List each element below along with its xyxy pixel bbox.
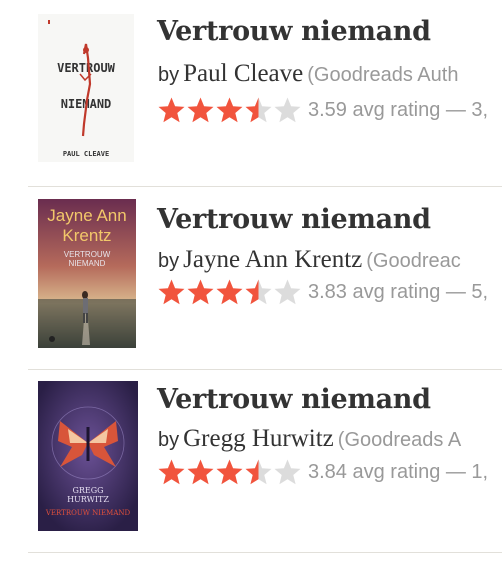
byline: by Jayne Ann Krentz (Goodreac: [158, 246, 461, 274]
rating-text: 3.83 avg rating — 5,: [308, 280, 489, 303]
star-icon: [158, 459, 185, 485]
book-title-link[interactable]: Vertrouw niemand: [157, 16, 431, 47]
cover-title-line1: VERTROUW: [57, 61, 116, 75]
search-results-list: VERTROUW NIEMAND PAUL CLEAVE Vertrouw ni…: [0, 0, 502, 586]
list-item: GREGG HURWITZ VERTROUW NIEMAND Vertrouw …: [0, 370, 502, 552]
author-link[interactable]: Gregg Hurwitz: [183, 425, 334, 452]
by-label: by: [158, 64, 180, 86]
star-icon: [216, 97, 243, 123]
star-icon: [158, 97, 185, 123]
book-cover-art: VERTROUW NIEMAND PAUL CLEAVE: [38, 14, 134, 162]
star-icon: [245, 97, 272, 123]
rating-text: 3.84 avg rating — 1,: [308, 460, 489, 483]
star-icon: [274, 279, 301, 305]
byline: by Gregg Hurwitz (Goodreads A: [158, 425, 461, 453]
book-cover-art: Jayne Ann Krentz VERTROUW NIEMAND: [38, 199, 136, 348]
cover-author-line1: GREGG: [72, 486, 103, 495]
cover-author-line1: Jayne Ann: [47, 206, 126, 225]
cover-author: PAUL CLEAVE: [63, 150, 109, 158]
star-icon: [274, 459, 301, 485]
rating-text: 3.59 avg rating — 3,: [308, 98, 489, 121]
book-cover[interactable]: VERTROUW NIEMAND PAUL CLEAVE: [38, 14, 134, 162]
star-rating: [157, 458, 302, 486]
cover-title: VERTROUW NIEMAND: [45, 509, 131, 517]
list-item: VERTROUW NIEMAND PAUL CLEAVE Vertrouw ni…: [0, 0, 502, 182]
author-link[interactable]: Jayne Ann Krentz: [183, 246, 362, 273]
cover-author-line2: Krentz: [62, 226, 111, 245]
list-item: Jayne Ann Krentz VERTROUW NIEMAND Vertro…: [0, 187, 502, 369]
divider: [28, 552, 502, 553]
book-cover[interactable]: GREGG HURWITZ VERTROUW NIEMAND: [38, 381, 138, 531]
author-link[interactable]: Paul Cleave: [183, 60, 303, 87]
star-rating: [157, 278, 302, 306]
cover-author-line2: HURWITZ: [67, 495, 109, 504]
rating-row: 3.84 avg rating — 1,: [157, 458, 488, 486]
goodreads-author-badge: (Goodreac: [366, 250, 461, 272]
by-label: by: [158, 250, 180, 272]
star-icon: [245, 459, 272, 485]
star-rating: [157, 96, 302, 124]
book-cover-art: GREGG HURWITZ VERTROUW NIEMAND: [38, 381, 138, 531]
star-icon: [245, 279, 272, 305]
cover-title-line1: VERTROUW: [64, 250, 111, 259]
star-icon: [216, 459, 243, 485]
rating-row: 3.59 avg rating — 3,: [157, 96, 488, 124]
cover-title-line2: NIEMAND: [69, 259, 106, 268]
star-icon: [187, 459, 214, 485]
star-icon: [216, 279, 243, 305]
by-label: by: [158, 429, 180, 451]
star-icon: [187, 279, 214, 305]
star-icon: [187, 97, 214, 123]
book-title-link[interactable]: Vertrouw niemand: [157, 384, 431, 415]
goodreads-author-badge: (Goodreads A: [337, 429, 462, 451]
byline: by Paul Cleave (Goodreads Auth: [158, 60, 458, 88]
book-title-link[interactable]: Vertrouw niemand: [157, 204, 431, 235]
rating-row: 3.83 avg rating — 5,: [157, 278, 488, 306]
star-icon: [274, 97, 301, 123]
star-icon: [158, 279, 185, 305]
book-cover[interactable]: Jayne Ann Krentz VERTROUW NIEMAND: [38, 199, 136, 348]
goodreads-author-badge: (Goodreads Auth: [307, 64, 459, 86]
